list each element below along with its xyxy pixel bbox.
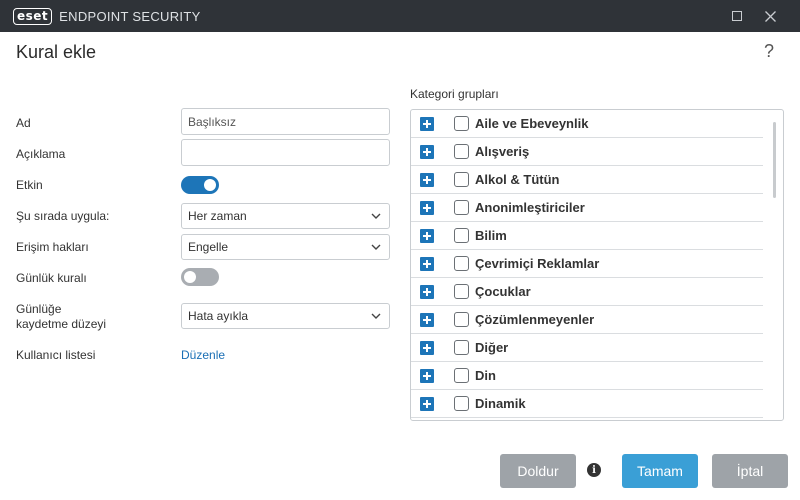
chevron-down-icon: [371, 313, 381, 319]
category-checkbox[interactable]: [454, 312, 469, 327]
category-checkbox[interactable]: [454, 256, 469, 271]
category-row[interactable]: Çevrimiçi Reklamlar: [411, 250, 763, 278]
edit-user-list-link[interactable]: Düzenle: [181, 348, 225, 362]
log-level-select[interactable]: Hata ayıkla: [181, 303, 390, 329]
category-checkbox[interactable]: [454, 396, 469, 411]
category-label: Anonimleştiriciler: [475, 200, 585, 215]
close-button[interactable]: [754, 0, 786, 32]
fill-button[interactable]: Doldur: [500, 454, 576, 488]
apply-label: Şu sırada uygula:: [16, 209, 110, 223]
apply-select-value: Her zaman: [188, 209, 247, 223]
expand-plus-icon[interactable]: [420, 340, 434, 355]
category-row[interactable]: Diğer: [411, 334, 763, 362]
expand-plus-icon[interactable]: [420, 396, 434, 411]
category-checkbox[interactable]: [454, 228, 469, 243]
eset-logo: eset: [13, 7, 53, 25]
close-icon: [764, 10, 776, 22]
description-input[interactable]: [181, 139, 390, 166]
category-checkbox[interactable]: [454, 200, 469, 215]
toggle-knob: [204, 179, 216, 191]
page-title: Kural ekle: [16, 42, 97, 62]
eset-logo-text: eset: [13, 7, 53, 25]
chevron-down-icon: [371, 213, 381, 219]
category-row[interactable]: Aile ve Ebeveynlik: [411, 110, 763, 138]
category-row[interactable]: Alkol & Tütün: [411, 166, 763, 194]
category-row[interactable]: Alışveriş: [411, 138, 763, 166]
maximize-button[interactable]: [721, 0, 753, 32]
category-checkbox[interactable]: [454, 116, 469, 131]
category-row[interactable]: Din: [411, 362, 763, 390]
maximize-icon: [732, 11, 742, 21]
enabled-toggle[interactable]: [181, 176, 219, 194]
category-label: Dinamik: [475, 396, 526, 411]
category-row[interactable]: Bilim: [411, 222, 763, 250]
expand-plus-icon[interactable]: [420, 256, 434, 271]
category-groups-title: Kategori grupları: [410, 87, 499, 101]
category-label: Alışveriş: [475, 144, 530, 159]
log-level-select-value: Hata ayıkla: [188, 309, 249, 323]
category-label: Aile ve Ebeveynlik: [475, 116, 589, 131]
category-checkbox[interactable]: [454, 172, 469, 187]
chevron-down-icon: [371, 244, 381, 250]
category-checkbox[interactable]: [454, 144, 469, 159]
category-label: Din: [475, 368, 496, 383]
category-checkbox[interactable]: [454, 340, 469, 355]
log-level-label-line1: Günlüğe: [16, 302, 62, 316]
log-level-label-line2: kaydetme düzeyi: [16, 317, 107, 331]
cancel-button[interactable]: İptal: [712, 454, 788, 488]
expand-plus-icon[interactable]: [420, 284, 434, 299]
category-label: Çocuklar: [475, 284, 531, 299]
category-checkbox[interactable]: [454, 284, 469, 299]
toggle-knob: [184, 271, 196, 283]
access-select[interactable]: Engelle: [181, 234, 390, 260]
category-label: Alkol & Tütün: [475, 172, 560, 187]
log-rule-label: Günlük kuralı: [16, 271, 87, 285]
info-icon[interactable]: i: [587, 463, 601, 477]
apply-select[interactable]: Her zaman: [181, 203, 390, 229]
product-name: ENDPOINT SECURITY: [59, 8, 201, 24]
ok-button[interactable]: Tamam: [622, 454, 698, 488]
access-select-value: Engelle: [188, 240, 229, 254]
category-list-scrollbar[interactable]: [773, 122, 776, 198]
category-list: Aile ve Ebeveynlik Alışveriş Alkol & Tütün…: [410, 109, 784, 421]
category-row[interactable]: Dinamik: [411, 390, 763, 418]
category-row[interactable]: Anonimleştiriciler: [411, 194, 763, 222]
log-rule-toggle[interactable]: [181, 268, 219, 286]
expand-plus-icon[interactable]: [420, 200, 434, 215]
category-row[interactable]: Çözümlenmeyenler: [411, 306, 763, 334]
description-label: Açıklama: [16, 147, 66, 161]
expand-plus-icon[interactable]: [420, 228, 434, 243]
category-row[interactable]: Çocuklar: [411, 278, 763, 306]
expand-plus-icon[interactable]: [420, 116, 434, 131]
name-input[interactable]: [181, 108, 390, 135]
enabled-label: Etkin: [16, 178, 43, 192]
category-label: Diğer: [475, 340, 509, 355]
expand-plus-icon[interactable]: [420, 172, 434, 187]
expand-plus-icon[interactable]: [420, 368, 434, 383]
category-label: Bilim: [475, 228, 507, 243]
user-list-label: Kullanıcı listesi: [16, 348, 96, 362]
category-label: Çevrimiçi Reklamlar: [475, 256, 600, 271]
category-checkbox[interactable]: [454, 368, 469, 383]
title-bar: eset ENDPOINT SECURITY: [0, 0, 800, 32]
access-label: Erişim hakları: [16, 240, 89, 254]
name-label: Ad: [16, 116, 31, 130]
category-label: Çözümlenmeyenler: [475, 312, 595, 327]
help-icon[interactable]: ?: [764, 41, 774, 62]
expand-plus-icon[interactable]: [420, 312, 434, 327]
expand-plus-icon[interactable]: [420, 144, 434, 159]
